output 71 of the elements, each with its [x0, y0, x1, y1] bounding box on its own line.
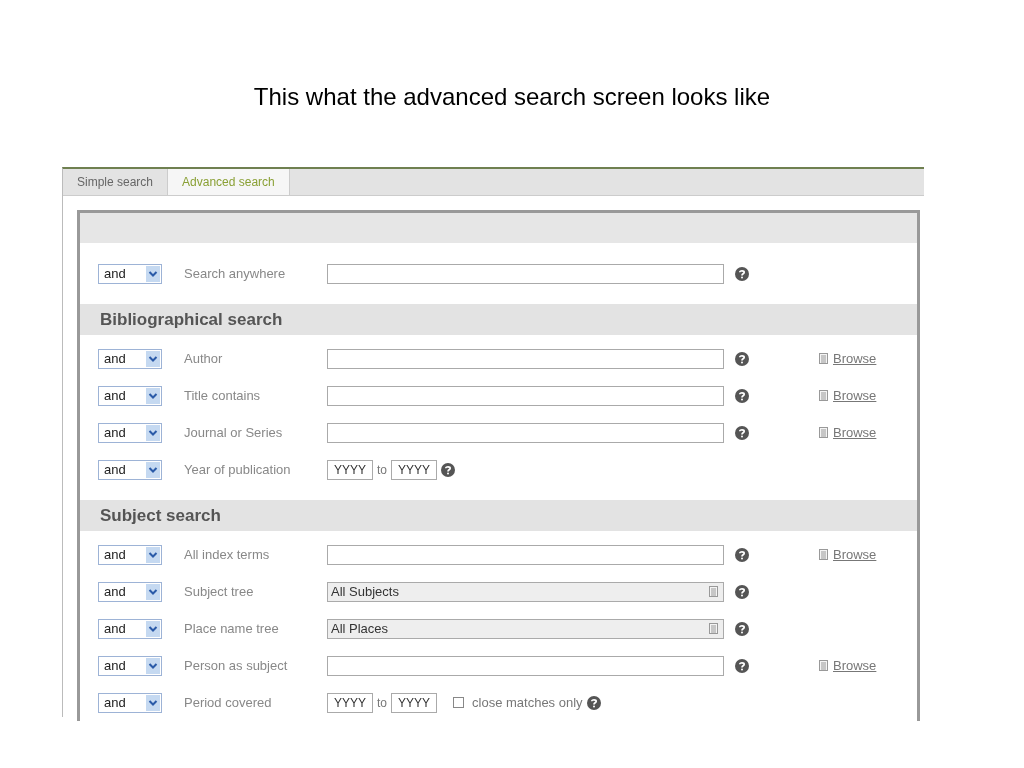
field-label: Author [184, 351, 224, 366]
section-heading: Subject search [80, 500, 917, 531]
list-icon [709, 586, 718, 597]
tree-field[interactable]: All Subjects [327, 581, 724, 602]
range-separator: to [377, 695, 387, 710]
help-icon[interactable] [735, 547, 749, 562]
operator-dropdown[interactable]: and [98, 618, 162, 639]
caret-icon [146, 350, 160, 367]
operator-dropdown[interactable]: and [98, 544, 162, 565]
caret-icon [146, 265, 160, 282]
caret-icon [146, 657, 160, 674]
input-field[interactable] [327, 544, 724, 565]
field-label: All index terms [184, 547, 271, 562]
year-input[interactable]: YYYY [391, 692, 437, 713]
caret-icon [146, 461, 160, 478]
range-separator: to [377, 462, 387, 477]
field-label: Year of publication [184, 462, 292, 477]
help-icon[interactable] [735, 621, 749, 636]
list-icon [819, 660, 828, 671]
browse-link[interactable]: Browse [833, 658, 877, 673]
list-icon [819, 390, 828, 401]
operator-dropdown[interactable]: and [98, 692, 162, 713]
caret-icon [146, 694, 160, 711]
operator-dropdown[interactable]: and [98, 422, 162, 443]
input-field[interactable] [327, 385, 724, 406]
browse-link[interactable]: Browse [833, 425, 877, 440]
browse-link[interactable]: Browse [833, 351, 877, 366]
help-icon[interactable] [586, 695, 601, 710]
caret-icon [146, 620, 160, 637]
help-icon[interactable] [735, 584, 749, 599]
checkbox-label: close matches only [472, 695, 583, 710]
field-label: Search anywhere [184, 266, 287, 281]
operator-dropdown[interactable]: and [98, 263, 162, 284]
year-input[interactable]: YYYY [327, 692, 373, 713]
year-input[interactable]: YYYY [327, 459, 373, 480]
field-label: Journal or Series [184, 425, 284, 440]
help-icon[interactable] [735, 351, 749, 366]
help-icon[interactable] [441, 462, 455, 477]
help-icon[interactable] [735, 266, 749, 281]
caret-icon [146, 387, 160, 404]
list-icon [819, 549, 828, 560]
caret-icon [146, 546, 160, 563]
field-label: Subject tree [184, 584, 255, 599]
operator-dropdown[interactable]: and [98, 655, 162, 676]
year-input[interactable]: YYYY [391, 459, 437, 480]
browse-link[interactable]: Browse [833, 547, 877, 562]
checkbox[interactable] [453, 697, 464, 708]
operator-dropdown[interactable]: and [98, 581, 162, 602]
input-field[interactable] [327, 348, 724, 369]
section-heading: Bibliographical search [80, 304, 917, 335]
operator-dropdown[interactable]: and [98, 459, 162, 480]
list-icon [819, 353, 828, 364]
browse-link[interactable]: Browse [833, 388, 877, 403]
help-icon[interactable] [735, 658, 749, 673]
tree-field[interactable]: All Places [327, 618, 724, 639]
caret-icon [146, 583, 160, 600]
help-icon[interactable] [735, 388, 749, 403]
field-label: Title contains [184, 388, 262, 403]
field-label: Person as subject [184, 658, 289, 673]
input-field[interactable] [327, 655, 724, 676]
slide-title: This what the advanced search screen looks like [253, 83, 771, 111]
input-field[interactable] [327, 263, 724, 284]
caret-icon [146, 424, 160, 441]
field-label: Place name tree [184, 621, 280, 636]
help-icon[interactable] [735, 425, 749, 440]
operator-dropdown[interactable]: and [98, 348, 162, 369]
operator-dropdown[interactable]: and [98, 385, 162, 406]
field-label: Period covered [184, 695, 273, 710]
list-icon [709, 623, 718, 634]
input-field[interactable] [327, 422, 724, 443]
list-icon [819, 427, 828, 438]
